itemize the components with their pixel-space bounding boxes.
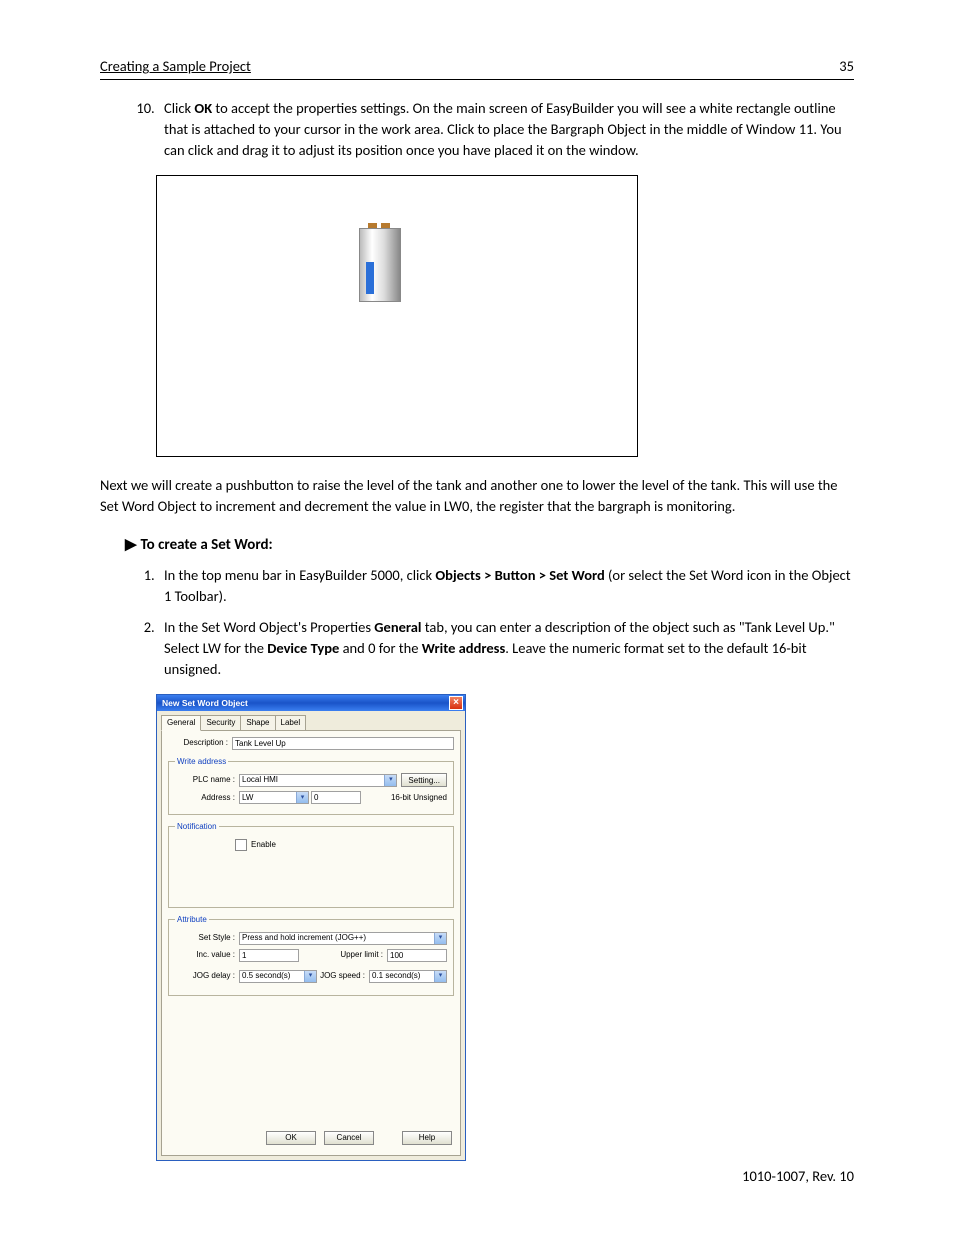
tab-security[interactable]: Security — [200, 715, 241, 731]
setstyle-label: Set Style : — [175, 932, 239, 944]
jogdelay-dropdown[interactable]: 0.5 second(s) ▾ — [239, 970, 317, 983]
chevron-down-icon: ▾ — [384, 775, 396, 786]
address-type-dropdown[interactable]: LW ▾ — [239, 791, 309, 804]
section-to-create-set-word: ▶To create a Set Word: — [125, 535, 854, 557]
notification-group: Notification Enable — [168, 821, 454, 908]
editor-canvas — [156, 175, 638, 457]
description-label: Description : — [168, 737, 232, 749]
setword-step-2: In the Set Word Object's Properties Gene… — [158, 617, 854, 680]
dialog-tabs: General Security Shape Label — [157, 711, 465, 730]
chevron-down-icon: ▾ — [304, 971, 316, 982]
ok-bold: OK — [194, 99, 212, 117]
page-number: 35 — [839, 56, 854, 77]
address-value-input[interactable] — [311, 791, 361, 804]
jogspeed-dropdown[interactable]: 0.1 second(s) ▾ — [369, 970, 447, 983]
tab-panel-general: Description : Write address PLC name : L… — [161, 730, 461, 1156]
incvalue-input[interactable] — [239, 949, 299, 962]
attribute-group: Attribute Set Style : Press and hold inc… — [168, 914, 454, 996]
enable-label: Enable — [251, 839, 276, 851]
write-address-group: Write address PLC name : Local HMI ▾ Set… — [168, 756, 454, 816]
incvalue-label: Inc. value : — [175, 949, 239, 961]
jogspeed-label: JOG speed : — [320, 970, 369, 982]
description-input[interactable] — [232, 737, 454, 750]
footer-rev: 1010-1007, Rev. 10 — [742, 1166, 854, 1187]
chevron-down-icon: ▾ — [296, 792, 308, 803]
address-label: Address : — [175, 792, 239, 804]
dialog-buttons: OK Cancel Help — [162, 1125, 460, 1151]
next-paragraph: Next we will create a pushbutton to rais… — [100, 475, 854, 517]
upperlimit-input[interactable] — [387, 949, 447, 962]
tab-general[interactable]: General — [161, 715, 201, 731]
dialog-title: New Set Word Object — [162, 697, 248, 709]
setword-step-1: In the top menu bar in EasyBuilder 5000,… — [158, 565, 854, 607]
set-word-dialog: New Set Word Object × General Security S… — [156, 694, 466, 1161]
bargraph-battery-icon — [359, 228, 399, 300]
dialog-titlebar[interactable]: New Set Word Object × — [157, 695, 465, 711]
tab-label[interactable]: Label — [275, 715, 307, 731]
enable-checkbox[interactable] — [235, 839, 247, 851]
chevron-down-icon: ▾ — [434, 933, 446, 944]
numeric-format-label: 16-bit Unsigned — [391, 792, 447, 804]
upperlimit-label: Upper limit : — [340, 949, 387, 961]
help-button[interactable]: Help — [402, 1131, 452, 1145]
plc-dropdown[interactable]: Local HMI ▾ — [239, 774, 397, 787]
step-list-2: In the top menu bar in EasyBuilder 5000,… — [100, 565, 854, 680]
setstyle-dropdown[interactable]: Press and hold increment (JOG++) ▾ — [239, 932, 447, 945]
chevron-down-icon: ▾ — [434, 971, 446, 982]
page-header: Creating a Sample Project 35 — [100, 56, 854, 80]
setting-button[interactable]: Setting... — [401, 773, 447, 787]
jogdelay-label: JOG delay : — [175, 970, 239, 982]
step-10: Click OK to accept the properties settin… — [158, 98, 854, 161]
cancel-button[interactable]: Cancel — [324, 1131, 374, 1145]
triangle-icon: ▶ — [125, 536, 137, 554]
close-icon[interactable]: × — [449, 696, 463, 710]
tab-shape[interactable]: Shape — [240, 715, 275, 731]
plc-label: PLC name : — [175, 774, 239, 786]
step-list-1: Click OK to accept the properties settin… — [100, 98, 854, 161]
header-title: Creating a Sample Project — [100, 56, 251, 77]
ok-button[interactable]: OK — [266, 1131, 316, 1145]
